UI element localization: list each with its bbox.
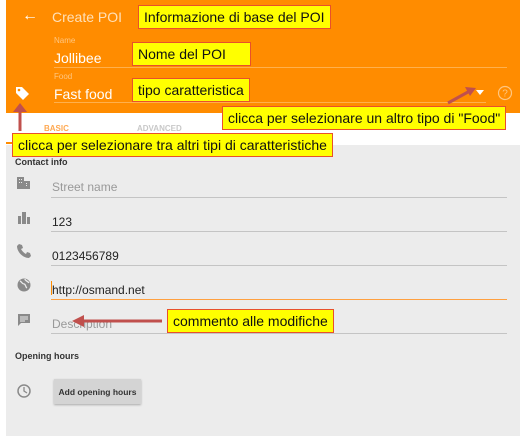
- website-input[interactable]: http://osmand.net: [52, 283, 145, 297]
- name-input[interactable]: Jollibee: [54, 50, 101, 66]
- annotation-name: Nome del POI: [132, 42, 251, 66]
- add-opening-hours-button[interactable]: Add opening hours: [54, 379, 141, 404]
- comment-icon: [18, 314, 30, 326]
- annotation-feature-types: clicca per selezionare tra altri tipi di…: [12, 133, 333, 157]
- type-underline: [54, 102, 486, 103]
- content-area: Contact info Street name 123 0123456789 …: [6, 145, 520, 436]
- svg-text:?: ?: [502, 89, 508, 100]
- phone-input[interactable]: 0123456789: [52, 249, 119, 263]
- page-title: Create POI: [52, 9, 123, 25]
- phone-icon: [17, 244, 31, 258]
- annotation-food-type: clicca per selezionare un altro tipo di …: [222, 106, 507, 130]
- contact-info-heading: Contact info: [15, 157, 68, 167]
- annotation-type: tipo caratteristica: [132, 78, 250, 102]
- house-number-icon: [18, 212, 30, 224]
- opening-hours-heading: Opening hours: [15, 351, 79, 361]
- field-underline: [51, 265, 507, 266]
- field-underline: [51, 197, 507, 198]
- help-icon[interactable]: ?: [497, 85, 513, 101]
- field-underline: [51, 333, 507, 334]
- field-underline: [51, 231, 507, 232]
- name-underline: [54, 67, 507, 68]
- tab-basic[interactable]: BASIC: [44, 124, 69, 133]
- annotation-basic-info: Informazione di base del POI: [138, 5, 331, 29]
- tag-icon[interactable]: [14, 85, 30, 101]
- type-input[interactable]: Fast food: [54, 86, 112, 102]
- type-label: Food: [54, 72, 73, 81]
- house-number-input[interactable]: 123: [52, 215, 72, 229]
- field-underline-focused: [51, 299, 507, 300]
- back-arrow-icon[interactable]: ←: [22, 7, 38, 25]
- tab-advanced[interactable]: ADVANCED: [137, 124, 182, 133]
- clock-icon: [17, 384, 31, 398]
- chevron-down-icon[interactable]: [476, 90, 484, 96]
- building-icon: [17, 177, 30, 189]
- name-label: Name: [54, 36, 76, 45]
- description-input[interactable]: Description: [52, 317, 112, 331]
- annotation-comment: commento alle modifiche: [167, 309, 334, 333]
- street-name-input[interactable]: Street name: [52, 180, 117, 194]
- globe-icon: [17, 278, 31, 292]
